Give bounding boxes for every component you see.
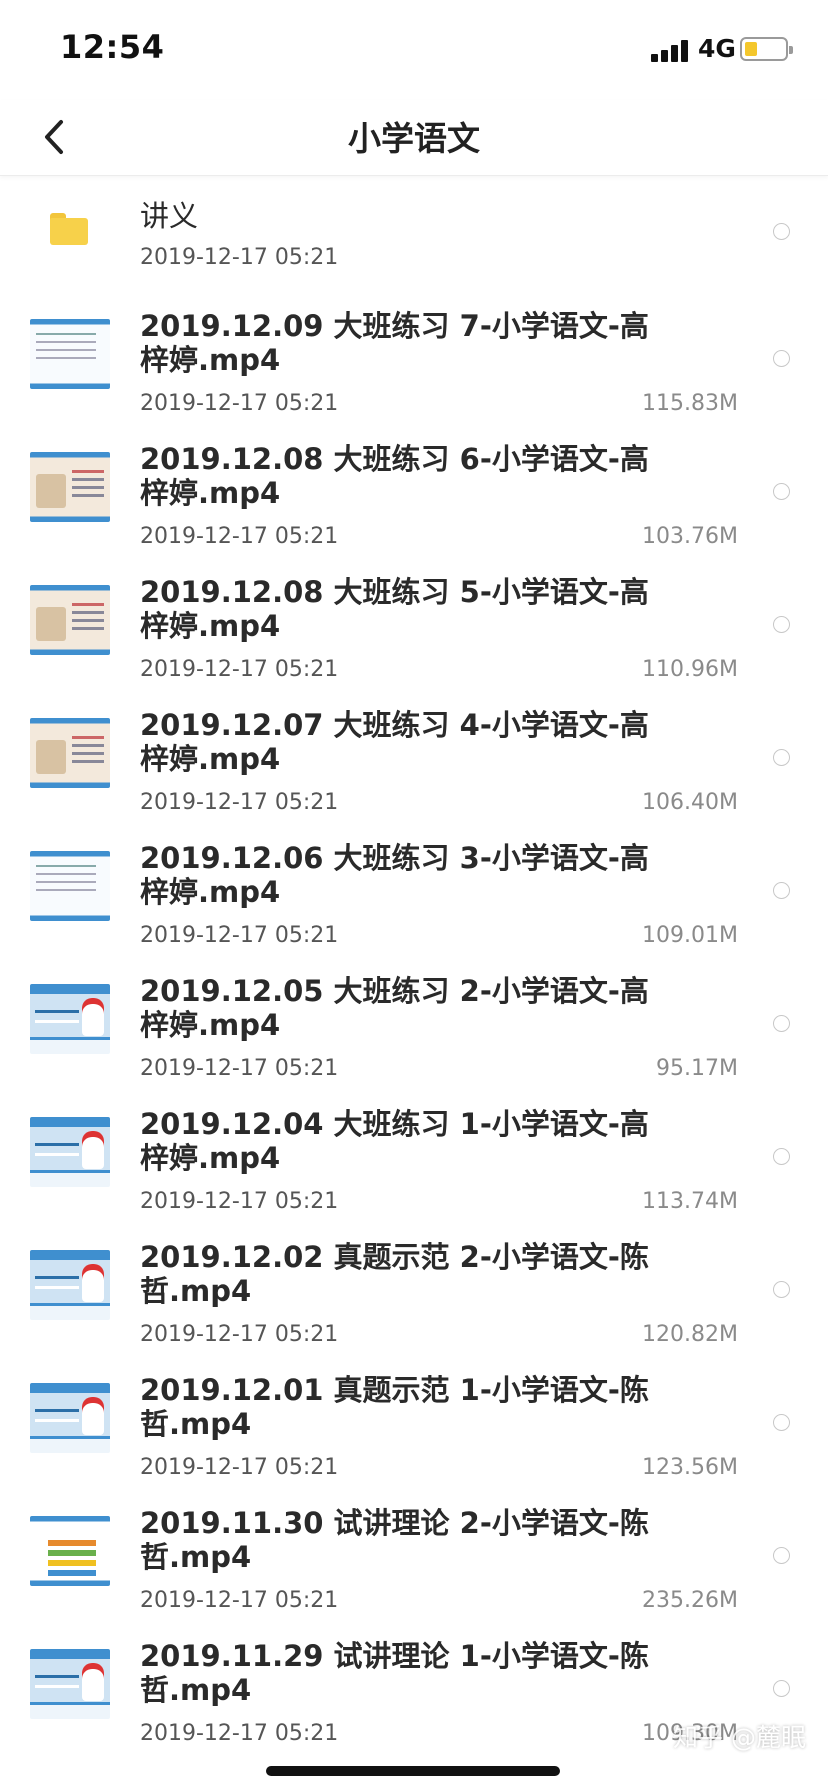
file-size: 95.17M — [656, 1056, 738, 1081]
screen: 12:54 4G 小学语文 讲义 2019-12-17 05:21 2019.12.… — [0, 0, 828, 1792]
home-indicator[interactable] — [266, 1766, 560, 1776]
file-item[interactable]: 2019.12.06 大班练习 3-小学语文-高梓婷.mp4 2019-12-17… — [0, 829, 828, 962]
file-item[interactable]: 2019.11.30 试讲理论 2-小学语文-陈哲.mp4 2019-12-17 … — [0, 1494, 828, 1627]
select-radio[interactable] — [773, 1015, 790, 1032]
file-date: 2019-12-17 05:21 — [140, 923, 339, 948]
select-radio[interactable] — [773, 882, 790, 899]
video-thumbnail — [30, 1250, 110, 1320]
select-radio[interactable] — [773, 1547, 790, 1564]
file-name: 2019.12.09 大班练习 7-小学语文-高梓婷.mp4 — [140, 309, 649, 377]
file-list: 讲义 2019-12-17 05:21 2019.12.09 大班练习 7-小学语文… — [0, 177, 828, 1760]
file-date: 2019-12-17 05:21 — [140, 1056, 339, 1081]
file-item[interactable]: 2019.12.07 大班练习 4-小学语文-高梓婷.mp4 2019-12-17… — [0, 696, 828, 829]
file-item[interactable]: 2019.12.08 大班练习 5-小学语文-高梓婷.mp4 2019-12-17… — [0, 563, 828, 696]
file-item[interactable]: 2019.12.01 真题示范 1-小学语文-陈哲.mp4 2019-12-17 … — [0, 1361, 828, 1494]
file-date: 2019-12-17 05:21 — [140, 524, 339, 549]
select-radio[interactable] — [773, 350, 790, 367]
file-date: 2019-12-17 05:21 — [140, 790, 339, 815]
file-name: 2019.12.08 大班练习 5-小学语文-高梓婷.mp4 — [140, 575, 649, 643]
file-size: 106.40M — [642, 790, 738, 815]
file-name: 2019.12.08 大班练习 6-小学语文-高梓婷.mp4 — [140, 442, 649, 510]
folder-icon — [50, 213, 88, 245]
status-time: 12:54 — [60, 28, 165, 66]
file-date: 2019-12-17 05:21 — [140, 1455, 339, 1480]
file-date: 2019-12-17 05:21 — [140, 245, 339, 270]
file-item[interactable]: 2019.12.09 大班练习 7-小学语文-高梓婷.mp4 2019-12-17… — [0, 297, 828, 430]
file-size: 123.56M — [642, 1455, 738, 1480]
file-name: 2019.12.01 真题示范 1-小学语文-陈哲.mp4 — [140, 1373, 649, 1441]
file-name: 讲义 — [140, 199, 199, 233]
select-radio[interactable] — [773, 223, 790, 240]
file-date: 2019-12-17 05:21 — [140, 391, 339, 416]
nav-bar: 小学语文 — [0, 100, 828, 176]
video-thumbnail — [30, 718, 110, 788]
file-name: 2019.12.04 大班练习 1-小学语文-高梓婷.mp4 — [140, 1107, 649, 1175]
file-item[interactable]: 2019.12.08 大班练习 6-小学语文-高梓婷.mp4 2019-12-17… — [0, 430, 828, 563]
select-radio[interactable] — [773, 749, 790, 766]
file-date: 2019-12-17 05:21 — [140, 1588, 339, 1613]
file-item[interactable]: 2019.12.02 真题示范 2-小学语文-陈哲.mp4 2019-12-17 … — [0, 1228, 828, 1361]
video-thumbnail — [30, 1516, 110, 1586]
file-name: 2019.12.07 大班练习 4-小学语文-高梓婷.mp4 — [140, 708, 649, 776]
file-size: 113.74M — [642, 1189, 738, 1214]
file-size: 103.76M — [642, 524, 738, 549]
file-date: 2019-12-17 05:21 — [140, 1721, 339, 1746]
file-size: 235.26M — [642, 1588, 738, 1613]
file-item[interactable]: 2019.12.04 大班练习 1-小学语文-高梓婷.mp4 2019-12-17… — [0, 1095, 828, 1228]
file-name: 2019.12.05 大班练习 2-小学语文-高梓婷.mp4 — [140, 974, 649, 1042]
select-radio[interactable] — [773, 1281, 790, 1298]
signal-strength-icon — [651, 38, 691, 62]
file-size: 110.96M — [642, 657, 738, 682]
video-thumbnail — [30, 851, 110, 921]
file-date: 2019-12-17 05:21 — [140, 1189, 339, 1214]
video-thumbnail — [30, 984, 110, 1054]
video-thumbnail — [30, 1117, 110, 1187]
file-name: 2019.12.02 真题示范 2-小学语文-陈哲.mp4 — [140, 1240, 649, 1308]
video-thumbnail — [30, 319, 110, 389]
select-radio[interactable] — [773, 616, 790, 633]
select-radio[interactable] — [773, 1148, 790, 1165]
file-name: 2019.11.30 试讲理论 2-小学语文-陈哲.mp4 — [140, 1506, 649, 1574]
select-radio[interactable] — [773, 1414, 790, 1431]
video-thumbnail — [30, 1383, 110, 1453]
page-title: 小学语文 — [348, 119, 480, 158]
select-radio[interactable] — [773, 483, 790, 500]
select-radio[interactable] — [773, 1680, 790, 1697]
file-name: 2019.11.29 试讲理论 1-小学语文-陈哲.mp4 — [140, 1639, 649, 1707]
file-size: 120.82M — [642, 1322, 738, 1347]
video-thumbnail — [30, 585, 110, 655]
status-bar: 12:54 4G — [0, 0, 828, 100]
file-item[interactable]: 2019.12.05 大班练习 2-小学语文-高梓婷.mp4 2019-12-17… — [0, 962, 828, 1095]
file-size: 109.01M — [642, 923, 738, 948]
file-date: 2019-12-17 05:21 — [140, 1322, 339, 1347]
file-size: 115.83M — [642, 391, 738, 416]
watermark: 知乎 @麓眠 — [673, 1723, 806, 1752]
folder-item[interactable]: 讲义 2019-12-17 05:21 — [0, 177, 828, 297]
battery-level-fill — [745, 42, 757, 56]
battery-icon — [740, 37, 793, 61]
file-date: 2019-12-17 05:21 — [140, 657, 339, 682]
video-thumbnail — [30, 1649, 110, 1719]
file-name: 2019.12.06 大班练习 3-小学语文-高梓婷.mp4 — [140, 841, 649, 909]
video-thumbnail — [30, 452, 110, 522]
network-type: 4G — [698, 34, 736, 63]
